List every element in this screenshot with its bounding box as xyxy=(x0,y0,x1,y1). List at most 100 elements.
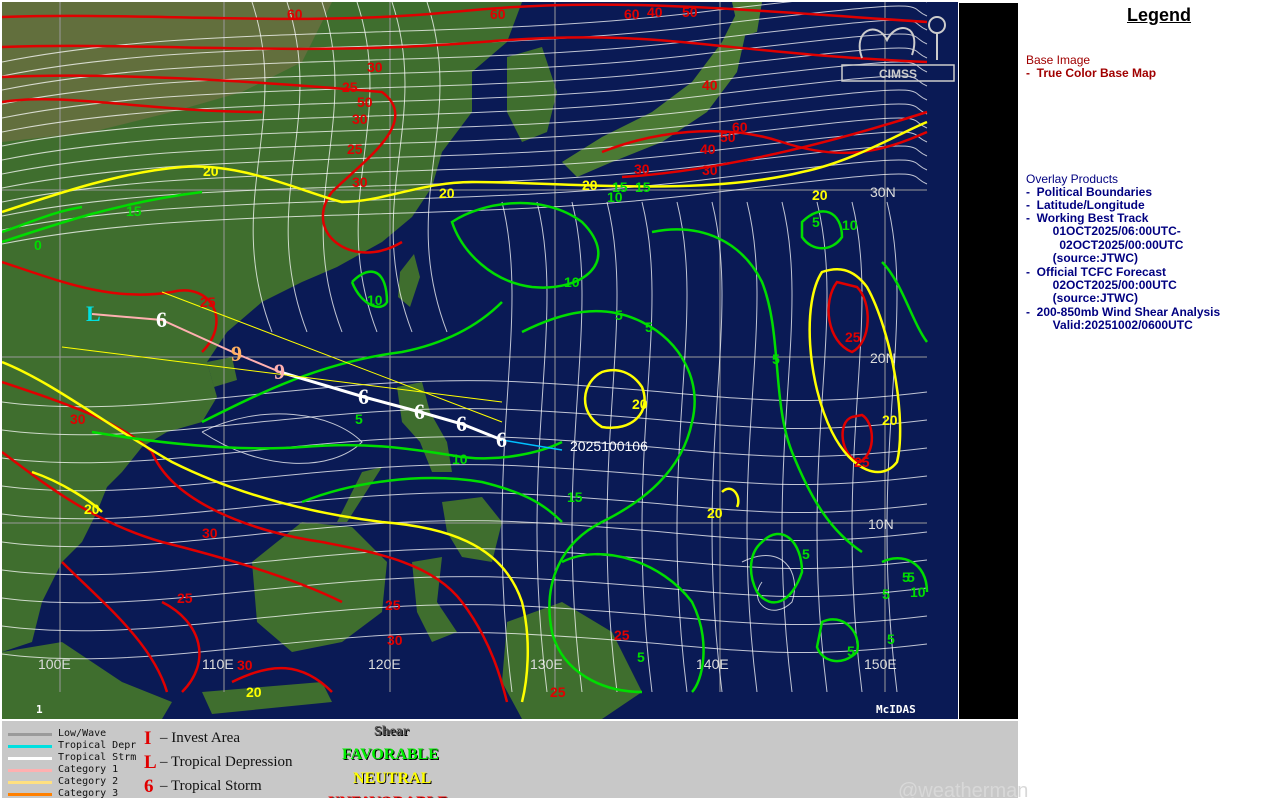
contour-label-red: 25 xyxy=(385,597,401,613)
contour-label-red: 25 xyxy=(854,454,870,470)
contour-label-green: 5 xyxy=(772,351,780,367)
contour-label-red: 40 xyxy=(647,4,663,20)
contour-label-yellow: 20 xyxy=(632,396,648,412)
contour-label-red: 50 xyxy=(357,94,373,110)
storm-position-marker: L xyxy=(86,301,101,326)
track-line-sample xyxy=(8,781,52,784)
lat-label: 30N xyxy=(870,184,896,200)
contour-label-yellow: 20 xyxy=(203,163,219,179)
cimss-logo-text: CIMSS xyxy=(879,67,917,81)
contour-label-red: 25 xyxy=(177,590,193,606)
contour-label-yellow: 20 xyxy=(246,684,262,700)
lon-label: 110E xyxy=(202,656,234,672)
contour-label-red: 30 xyxy=(70,411,86,427)
contour-label-red: 30 xyxy=(634,161,650,177)
lat-label: 10N xyxy=(868,516,894,532)
contour-label-green: 15 xyxy=(635,179,651,195)
contour-label-green: 5 xyxy=(355,411,363,427)
shear-analysis-map: 30N 20N 10N 100E 110E 120E 130E 140E 150E L69966… xyxy=(2,2,958,719)
legend-title: Legend xyxy=(1127,5,1192,25)
contour-label-green: 15 xyxy=(567,489,583,505)
contour-label-red: 30 xyxy=(352,174,368,190)
frame-number: 1 xyxy=(36,703,43,716)
contour-label-red: 30 xyxy=(387,632,403,648)
contour-label-green: 5 xyxy=(802,546,810,562)
contour-label-yellow: 20 xyxy=(882,412,898,428)
storm-position-marker: 9 xyxy=(274,359,285,384)
contour-label-yellow: 20 xyxy=(84,501,100,517)
contour-label-red: 25 xyxy=(347,141,363,157)
contour-label-red: 25 xyxy=(550,684,566,700)
lon-label: 150E xyxy=(864,656,897,672)
storm-symbol-glyph: L xyxy=(144,752,157,773)
storm-position-marker: 6 xyxy=(496,427,507,452)
contour-label-green: 0 xyxy=(34,237,42,253)
track-line-label: Category 2 xyxy=(58,776,119,787)
contour-label-green: 5 xyxy=(812,214,820,230)
storm-position-marker: 6 xyxy=(358,384,369,409)
shear-key-item: FAVORABLE xyxy=(342,746,439,763)
shear-key-title: Shear xyxy=(374,724,409,739)
legend-line: (source:JTWC) xyxy=(1026,251,1139,265)
contour-label-red: 60 xyxy=(490,6,506,22)
storm-symbol-glyph: I xyxy=(144,728,152,749)
contour-label-red: 30 xyxy=(202,525,218,541)
contour-label-green: 15 xyxy=(126,203,142,219)
track-line-sample xyxy=(8,733,52,736)
track-time-label: 2025100106 xyxy=(570,438,648,454)
track-line-label: Tropical Strm xyxy=(58,752,137,763)
contour-label-red: 40 xyxy=(702,77,718,93)
legend-line: - True Color Base Map xyxy=(1026,66,1157,80)
contour-label-red: 40 xyxy=(700,141,716,157)
contour-label-red: 60 xyxy=(624,6,640,22)
legend-line: 01OCT2025/06:00UTC- xyxy=(1026,224,1181,238)
contour-label-green: 5 xyxy=(847,643,855,659)
storm-symbol-glyph: 6 xyxy=(144,776,154,797)
contour-label-red: 50 xyxy=(720,129,736,145)
storm-symbol-label: – Invest Area xyxy=(160,730,240,746)
black-side-strip xyxy=(959,3,1018,719)
contour-label-green: 5 xyxy=(882,586,890,602)
contour-label-red: 50 xyxy=(682,4,698,20)
lon-label: 130E xyxy=(530,656,563,672)
track-line-label: Tropical Depr xyxy=(58,740,137,751)
storm-position-marker: 6 xyxy=(456,411,467,436)
contour-label-yellow: 20 xyxy=(582,177,598,193)
storm-position-marker: 6 xyxy=(414,399,425,424)
track-line-label: Category 1 xyxy=(58,764,119,775)
contour-label-red: 60 xyxy=(287,6,303,22)
track-line-sample xyxy=(8,769,52,772)
contour-label-green: 10 xyxy=(564,274,580,290)
shear-key-item: UNFAVORABLE xyxy=(328,794,448,798)
contour-label-green: 10 xyxy=(452,451,468,467)
contour-label-red: 25 xyxy=(200,294,216,310)
contour-label-green: 5 xyxy=(615,307,623,323)
map-canvas: 30N20N10N100E 110E 120E 130E 140E 150E L 69966… xyxy=(2,2,958,719)
contour-label-green: 10 xyxy=(367,292,383,308)
contour-label-yellow: 20 xyxy=(812,187,828,203)
mcidas-watermark: McIDAS xyxy=(876,703,916,716)
legend-line: (source:JTWC) xyxy=(1026,291,1139,305)
shear-key-item: NEUTRAL xyxy=(353,770,432,787)
credit-watermark: @weatherman_ xyxy=(898,780,1040,798)
storm-symbol-label: – Tropical Storm xyxy=(160,778,262,794)
contour-label-red: 30 xyxy=(352,111,368,127)
track-key-panel: Low/Wave Tropical Depr Tropical Strm Catego… xyxy=(2,721,1018,798)
storm-position-marker: 9 xyxy=(231,341,242,366)
contour-label-red: 25 xyxy=(342,79,358,95)
contour-label-green: 10 xyxy=(910,584,926,600)
lon-label: 120E xyxy=(368,656,401,672)
contour-label-red: 30 xyxy=(367,59,383,75)
contour-label-yellow: 20 xyxy=(439,185,455,201)
legend-panel xyxy=(1020,0,1280,798)
contour-label-green: 5 xyxy=(645,319,653,335)
storm-symbol-label: – Tropical Depression xyxy=(160,754,293,770)
contour-label-red: 25 xyxy=(614,627,630,643)
legend-line: Valid:20251002/0600UTC xyxy=(1026,318,1193,332)
contour-label-green: 15 xyxy=(612,179,628,195)
track-line-sample xyxy=(8,757,52,760)
contour-label-red: 25 xyxy=(845,329,861,345)
contour-label-green: 5 xyxy=(887,631,895,647)
contour-label-green: 5 xyxy=(637,649,645,665)
track-line-sample xyxy=(8,793,52,796)
